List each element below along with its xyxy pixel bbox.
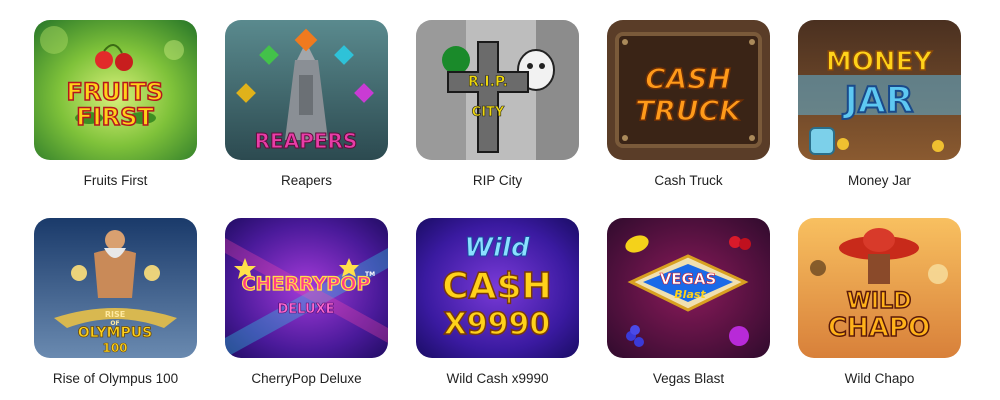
cherrypop-deluxe-artwork: CHERRYPOP TM DELUXE bbox=[225, 218, 388, 358]
cash-truck-artwork: CASH TRUCK bbox=[607, 20, 770, 160]
wild-chapo-artwork: WILD CHAPO bbox=[798, 218, 961, 358]
logo-line-2: DELUXE bbox=[278, 302, 335, 317]
game-thumbnail[interactable]: REAPERS bbox=[225, 20, 388, 160]
game-title[interactable]: Vegas Blast bbox=[607, 371, 770, 387]
game-card-wild-chapo[interactable]: WILD CHAPO Wild Chapo bbox=[798, 218, 961, 387]
game-card-fruits-first[interactable]: FRUITS FIRST Fruits First bbox=[34, 20, 197, 189]
logo-line-2: TRUCK bbox=[635, 94, 743, 127]
logo-line-1: WILD bbox=[847, 289, 912, 314]
game-card-vegas-blast[interactable]: VEGAS Blast Vegas Blast bbox=[607, 218, 770, 387]
logo-line-3: X9990 bbox=[444, 307, 551, 342]
logo-line-2: FIRST bbox=[76, 103, 154, 131]
logo-line-2: CITY bbox=[472, 105, 505, 120]
vegas-blast-artwork: VEGAS Blast bbox=[607, 218, 770, 358]
logo-line-1: MONEY bbox=[826, 47, 933, 77]
game-title[interactable]: Rise of Olympus 100 bbox=[34, 371, 197, 387]
game-title[interactable]: Fruits First bbox=[34, 173, 197, 189]
game-title[interactable]: CherryPop Deluxe bbox=[225, 371, 388, 387]
logo-line-2: CHAPO bbox=[828, 313, 930, 343]
game-thumbnail[interactable]: WILD CHAPO bbox=[798, 218, 961, 358]
game-thumbnail[interactable]: CASH TRUCK bbox=[607, 20, 770, 160]
game-thumbnail[interactable]: MONEY JAR bbox=[798, 20, 961, 160]
logo-line-1: CHERRYPOP bbox=[242, 273, 371, 295]
reapers-artwork: REAPERS bbox=[225, 20, 388, 160]
game-title[interactable]: Reapers bbox=[225, 173, 388, 189]
rise-of-olympus-artwork: RISE OF OLYMPUS 100 bbox=[34, 218, 197, 358]
game-card-rip-city[interactable]: R.I.P. CITY RIP City bbox=[416, 20, 579, 189]
game-thumbnail[interactable]: FRUITS FIRST bbox=[34, 20, 197, 160]
logo-line-1: VEGAS bbox=[660, 270, 717, 288]
money-jar-artwork: MONEY JAR bbox=[798, 20, 961, 160]
logo-line-1: Wild bbox=[464, 233, 530, 263]
game-title[interactable]: Wild Chapo bbox=[798, 371, 961, 387]
game-card-money-jar[interactable]: MONEY JAR Money Jar bbox=[798, 20, 961, 189]
game-thumbnail[interactable]: R.I.P. CITY bbox=[416, 20, 579, 160]
logo-line-2: CA$H bbox=[442, 266, 551, 307]
logo-line-1: REAPERS bbox=[255, 129, 358, 153]
rip-city-artwork: R.I.P. CITY bbox=[416, 20, 579, 160]
game-title[interactable]: RIP City bbox=[416, 173, 579, 189]
game-thumbnail[interactable]: RISE OF OLYMPUS 100 bbox=[34, 218, 197, 358]
game-card-reapers[interactable]: REAPERS Reapers bbox=[225, 20, 388, 189]
logo-line-1: RISE bbox=[105, 310, 125, 319]
game-thumbnail[interactable]: VEGAS Blast bbox=[607, 218, 770, 358]
logo-line-2: Blast bbox=[674, 288, 706, 301]
game-title[interactable]: Wild Cash x9990 bbox=[416, 371, 579, 387]
game-card-rise-of-olympus-100[interactable]: RISE OF OLYMPUS 100 Rise of Olympus 100 bbox=[34, 218, 197, 387]
game-card-wild-cash-x9990[interactable]: Wild CA$H X9990 Wild Cash x9990 bbox=[416, 218, 579, 387]
game-card-cash-truck[interactable]: CASH TRUCK Cash Truck bbox=[607, 20, 770, 189]
game-thumbnail[interactable]: Wild CA$H X9990 bbox=[416, 218, 579, 358]
logo-line-1: CASH bbox=[645, 62, 731, 95]
fruits-first-artwork: FRUITS FIRST bbox=[34, 20, 197, 160]
trademark-mark: TM bbox=[365, 271, 375, 278]
logo-line-4: 100 bbox=[102, 341, 127, 355]
game-title[interactable]: Money Jar bbox=[798, 173, 961, 189]
game-grid: FRUITS FIRST Fruits First REAPERS Reaper… bbox=[0, 0, 1000, 400]
game-card-cherrypop-deluxe[interactable]: CHERRYPOP TM DELUXE CherryPop Deluxe bbox=[225, 218, 388, 387]
logo-line-2: JAR bbox=[842, 80, 914, 121]
wild-cash-artwork: Wild CA$H X9990 bbox=[416, 218, 579, 358]
game-thumbnail[interactable]: CHERRYPOP TM DELUXE bbox=[225, 218, 388, 358]
logo-line-1: R.I.P. bbox=[468, 74, 508, 90]
logo-line-1: FRUITS bbox=[67, 78, 164, 106]
game-title[interactable]: Cash Truck bbox=[607, 173, 770, 189]
logo-line-3: OLYMPUS bbox=[78, 325, 152, 341]
